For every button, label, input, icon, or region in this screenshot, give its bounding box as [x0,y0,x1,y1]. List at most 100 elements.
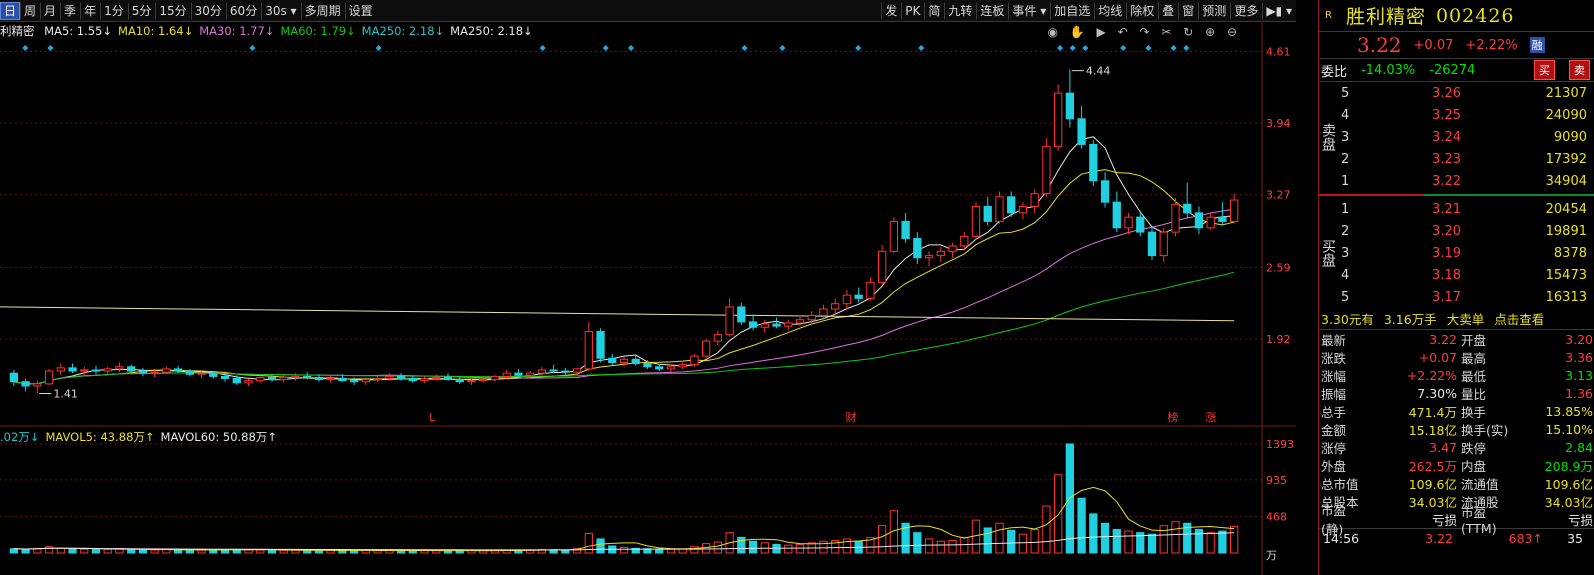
candle-body [1124,216,1133,229]
ask-book: 卖盘 5 3.26 21307 4 3.25 24090 3 3.24 9090 2 3.23 173… [1319,82,1594,192]
vol-legend-item: MAVOL60: 50.88万↑ [160,430,277,444]
period-tab[interactable]: 季 [60,1,80,20]
kline-svg: 4.61 3.94 3.27 2.59 1.92 1393 935 468 万 4.44 1.41 L… [0,22,1296,575]
volume-bar [21,548,30,554]
stat-value: 109.6亿 [1408,476,1457,492]
stat-value: 34.03亿 [1544,494,1593,510]
stock-code: 002426 [1435,4,1515,27]
period-tab[interactable]: 年 [80,1,100,20]
tick-count: 35 [1567,531,1583,546]
candle-body [1089,143,1098,182]
volume-bar [373,550,382,554]
sell-button[interactable]: 卖 [1569,60,1590,80]
toolbar-button[interactable]: 均线 [1094,1,1126,20]
period-tab[interactable]: 1分 [100,1,128,20]
toolbar-button[interactable]: 简 [924,1,944,20]
volume-tick-label: 468 [1266,510,1287,523]
toolbar-button[interactable]: 九转 [944,1,976,20]
toolbar-button[interactable]: 事件 ▾ [1008,1,1050,20]
bids-row: 1 3.21 20454 [1341,198,1591,220]
bids-row: 2 3.20 19891 [1341,220,1591,242]
stat-value: 34.03亿 [1408,494,1457,510]
asks-price: 3.26 [1432,85,1461,101]
toolbar-button[interactable]: ▶▮ ▾ [1262,1,1296,20]
bids-volume: 19891 [1545,223,1587,239]
volume-bar [748,540,758,554]
period-tab[interactable]: 多周期 [300,1,345,20]
bids-row: 4 3.18 15473 [1341,264,1591,286]
toolbar-button[interactable]: 更多 [1230,1,1262,20]
toolbar-button[interactable]: 除权 [1126,1,1158,20]
volume-bar [784,544,793,554]
period-tab[interactable]: 日 [0,1,21,20]
bids-row: 3 3.19 8378 [1341,242,1591,264]
period-tab[interactable]: 30分 [190,1,226,20]
candle-body [1136,216,1145,233]
stat-label: 涨停 [1321,440,1347,456]
period-tab[interactable]: 月 [40,1,60,20]
bids-volume: 15473 [1545,267,1587,283]
candle-body [68,367,77,372]
toolbar-button[interactable]: 发 [881,1,901,20]
event-diamond [1170,45,1177,51]
toolbar-button[interactable]: 连板 [976,1,1008,20]
stat-value: 109.6亿 [1544,476,1593,492]
candle-body [995,196,1004,222]
bid-book: 买盘 1 3.21 20454 2 3.20 19891 3 3.19 8378 4 3.18 154… [1319,198,1594,308]
stat-label: 涨跌 [1321,350,1347,366]
stat-value: 3.13 [1565,367,1593,383]
volume-bar [244,549,253,554]
toolbar-button[interactable]: 加自选 [1050,1,1094,20]
margin-tag: 融 [1529,37,1545,53]
stat-row: 最新 3.22 开盘 3.20 [1319,330,1594,348]
candle-body [197,372,206,375]
stat-row: 总市值 109.6亿 流通值 109.6亿 [1319,474,1594,492]
kline-chart-area[interactable]: 利精密 MA5: 1.55↓ MA10: 1.64↓ MA30: 1.77↓ MA60… [0,22,1296,575]
ma60-line [13,271,1235,385]
bids-level: 3 [1341,245,1350,261]
bids-price: 3.21 [1432,201,1461,217]
price-change-pct: +2.22% [1465,37,1518,53]
stat-value: 15.18亿 [1408,422,1457,438]
candle-body [150,371,159,374]
toolbar-button[interactable]: PK [901,1,924,20]
stat-label: 最低 [1461,368,1487,384]
price-tick-label: 1.92 [1266,333,1291,346]
toolbar-button[interactable]: 预测 [1198,1,1230,20]
volume-bar [138,549,148,554]
volume-bar [1206,532,1215,554]
volume-bar [1147,533,1157,554]
period-tab[interactable]: 15分 [155,1,190,20]
period-tab[interactable]: 60分 [225,1,261,20]
asks-row: 2 3.23 17392 [1341,148,1591,170]
asks-volume: 34904 [1545,173,1587,189]
period-tab[interactable]: 30s ▾ [261,1,300,20]
volume-bar [666,548,676,554]
volume-bar [713,541,723,554]
big-order-row[interactable]: 3.30元有 3.16万手 大卖单 点击查看 [1319,308,1594,330]
volume-bar [983,527,992,554]
period-tab[interactable]: 5分 [127,1,156,20]
big-order-link[interactable]: 点击查看 [1494,309,1544,328]
candle-body [549,369,558,372]
period-tab[interactable]: 设置 [344,1,377,20]
candle-body [901,220,910,240]
event-diamond [918,45,925,51]
toolbar-button[interactable]: 叠 [1158,1,1178,20]
candle-body [584,330,593,370]
candle-body [631,358,640,365]
buy-button[interactable]: 买 [1534,60,1555,80]
price-tick-label: 4.61 [1266,45,1291,58]
period-tab[interactable]: 周 [20,1,40,20]
candle-body [443,376,453,381]
volume-bar [1077,497,1086,554]
candle-body [1042,146,1051,195]
candle-body [244,380,253,384]
stat-label: 最新 [1321,332,1347,348]
bids-volume: 8378 [1553,245,1587,261]
event-diamond [539,45,546,51]
stat-label: 外盘 [1321,458,1347,474]
toolbar-button[interactable]: 窗 [1178,1,1198,20]
candle-body [1007,196,1016,214]
candle-body [760,323,769,328]
